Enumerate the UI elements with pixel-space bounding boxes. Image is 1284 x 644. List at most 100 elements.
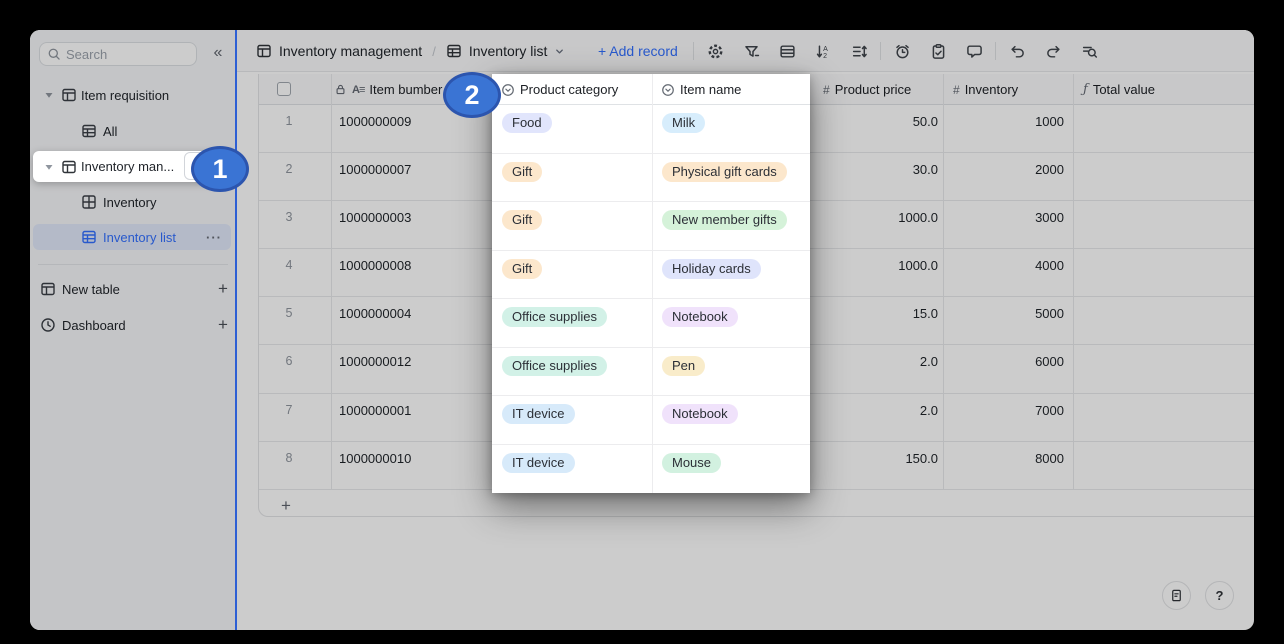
category-tag[interactable]: IT device [502,404,575,424]
settings-icon[interactable] [697,36,733,66]
cell-item-number[interactable]: 1000000012 [339,354,411,369]
chevron-down-icon[interactable] [554,46,565,57]
item-name-tag[interactable]: New member gifts [662,210,787,230]
table-icon [61,87,77,103]
popup-row[interactable]: IT device Notebook [492,396,810,445]
alarm-icon[interactable] [884,36,920,66]
cell-inventory[interactable]: 7000 [943,403,1064,418]
add-row-button[interactable]: + [275,495,297,517]
category-tag[interactable]: Office supplies [502,356,607,376]
cell-item-number[interactable]: 1000000004 [339,306,411,321]
item-name-tag[interactable]: Notebook [662,307,738,327]
form-icon[interactable] [920,36,956,66]
document-button[interactable] [1162,581,1191,610]
cell-inventory[interactable]: 5000 [943,306,1064,321]
item-name-tag[interactable]: Mouse [662,453,721,473]
cell-product-price[interactable]: 15.0 [811,306,938,321]
item-name-tag[interactable]: Notebook [662,404,738,424]
group-icon[interactable] [769,36,805,66]
cell-inventory[interactable]: 4000 [943,258,1064,273]
row-height-icon[interactable] [841,36,877,66]
cell-product-price[interactable]: 50.0 [811,114,938,129]
table-icon [446,43,462,59]
item-name-tag[interactable]: Pen [662,356,705,376]
row-number: 6 [259,354,319,368]
cell-inventory[interactable]: 2000 [943,162,1064,177]
column-header-item-number[interactable]: A≡ Item bumber [334,74,442,105]
breadcrumb-base[interactable]: Inventory management [279,43,422,59]
cell-item-number[interactable]: 1000000001 [339,403,411,418]
cell-inventory[interactable]: 6000 [943,354,1064,369]
popup-row[interactable]: Food Milk [492,105,810,154]
sidebar-item-item-requisition[interactable]: Item requisition [30,83,236,107]
row-number: 1 [259,114,319,128]
sidebar-item-new-table[interactable]: New table + [30,277,236,301]
row-number: 3 [259,210,319,224]
category-tag[interactable]: Gift [502,259,542,279]
annotation-step-1: 1 [191,146,249,192]
sidebar-item-inventory[interactable]: Inventory [30,190,236,214]
cell-product-price[interactable]: 30.0 [811,162,938,177]
sidebar-item-label: New table [62,282,120,297]
popup-row[interactable]: Gift New member gifts [492,202,810,251]
row-number: 8 [259,451,319,465]
popup-row[interactable]: IT device Mouse [492,445,810,494]
cell-inventory[interactable]: 3000 [943,210,1064,225]
search-icon [47,47,61,61]
chevron-expand-icon[interactable] [43,89,55,101]
search-records-icon[interactable] [1071,36,1107,66]
item-name-tag[interactable]: Holiday cards [662,259,761,279]
cell-product-price[interactable]: 2.0 [811,354,938,369]
cell-item-number[interactable]: 1000000010 [339,451,411,466]
cell-product-price[interactable]: 1000.0 [811,210,938,225]
search-input[interactable] [39,42,197,66]
category-tag[interactable]: Office supplies [502,307,607,327]
column-header-item-name[interactable]: Item name [661,74,741,105]
help-icon: ? [1216,588,1224,603]
add-table-button[interactable]: + [213,279,233,299]
cell-item-number[interactable]: 1000000003 [339,210,411,225]
filter-icon[interactable] [733,36,769,66]
select-all-checkbox[interactable] [277,82,291,96]
column-header-total-value[interactable]: ƒ Total value [1083,74,1155,105]
popup-row[interactable]: Gift Holiday cards [492,251,810,300]
column-header-product-price[interactable]: # Product price [823,74,911,105]
cell-product-price[interactable]: 2.0 [811,403,938,418]
item-name-tag[interactable]: Physical gift cards [662,162,787,182]
breadcrumb-view[interactable]: Inventory list [469,43,548,59]
cell-product-price[interactable]: 1000.0 [811,258,938,273]
item-name-tag[interactable]: Milk [662,113,705,133]
column-header-inventory[interactable]: # Inventory [953,74,1018,105]
popup-row[interactable]: Office supplies Pen [492,348,810,397]
comment-icon[interactable] [956,36,992,66]
sidebar-divider [38,264,228,265]
category-tag[interactable]: Food [502,113,552,133]
cell-inventory[interactable]: 1000 [943,114,1064,129]
sort-icon[interactable]: A2 [805,36,841,66]
sidebar-item-all[interactable]: All [30,119,236,143]
popup-column-divider [652,74,653,493]
cell-item-number[interactable]: 1000000009 [339,114,411,129]
add-dashboard-button[interactable]: + [213,315,233,335]
popup-row[interactable]: Gift Physical gift cards [492,154,810,203]
sidebar-item-dashboard[interactable]: Dashboard + [30,313,236,337]
popup-row[interactable]: Office supplies Notebook [492,299,810,348]
sidebar-collapse-icon[interactable]: « [206,41,230,65]
redo-icon[interactable] [1035,36,1071,66]
add-record-button[interactable]: + Add record [598,30,678,72]
undo-icon[interactable] [999,36,1035,66]
category-tag[interactable]: Gift [502,210,542,230]
search-field[interactable] [66,47,176,62]
cell-product-price[interactable]: 150.0 [811,451,938,466]
category-tag[interactable]: Gift [502,162,542,182]
chevron-expand-icon[interactable] [43,161,55,173]
cell-item-number[interactable]: 1000000007 [339,162,411,177]
more-menu-icon[interactable]: ··· [206,230,222,245]
cell-inventory[interactable]: 8000 [943,451,1064,466]
category-tag[interactable]: IT device [502,453,575,473]
help-button[interactable]: ? [1205,581,1234,610]
toolbar: Inventory management / Inventory list + … [236,30,1254,72]
sidebar-item-inventory-list-content[interactable]: Inventory list ··· [30,225,236,249]
column-header-product-category[interactable]: Product category [501,74,618,105]
cell-item-number[interactable]: 1000000008 [339,258,411,273]
